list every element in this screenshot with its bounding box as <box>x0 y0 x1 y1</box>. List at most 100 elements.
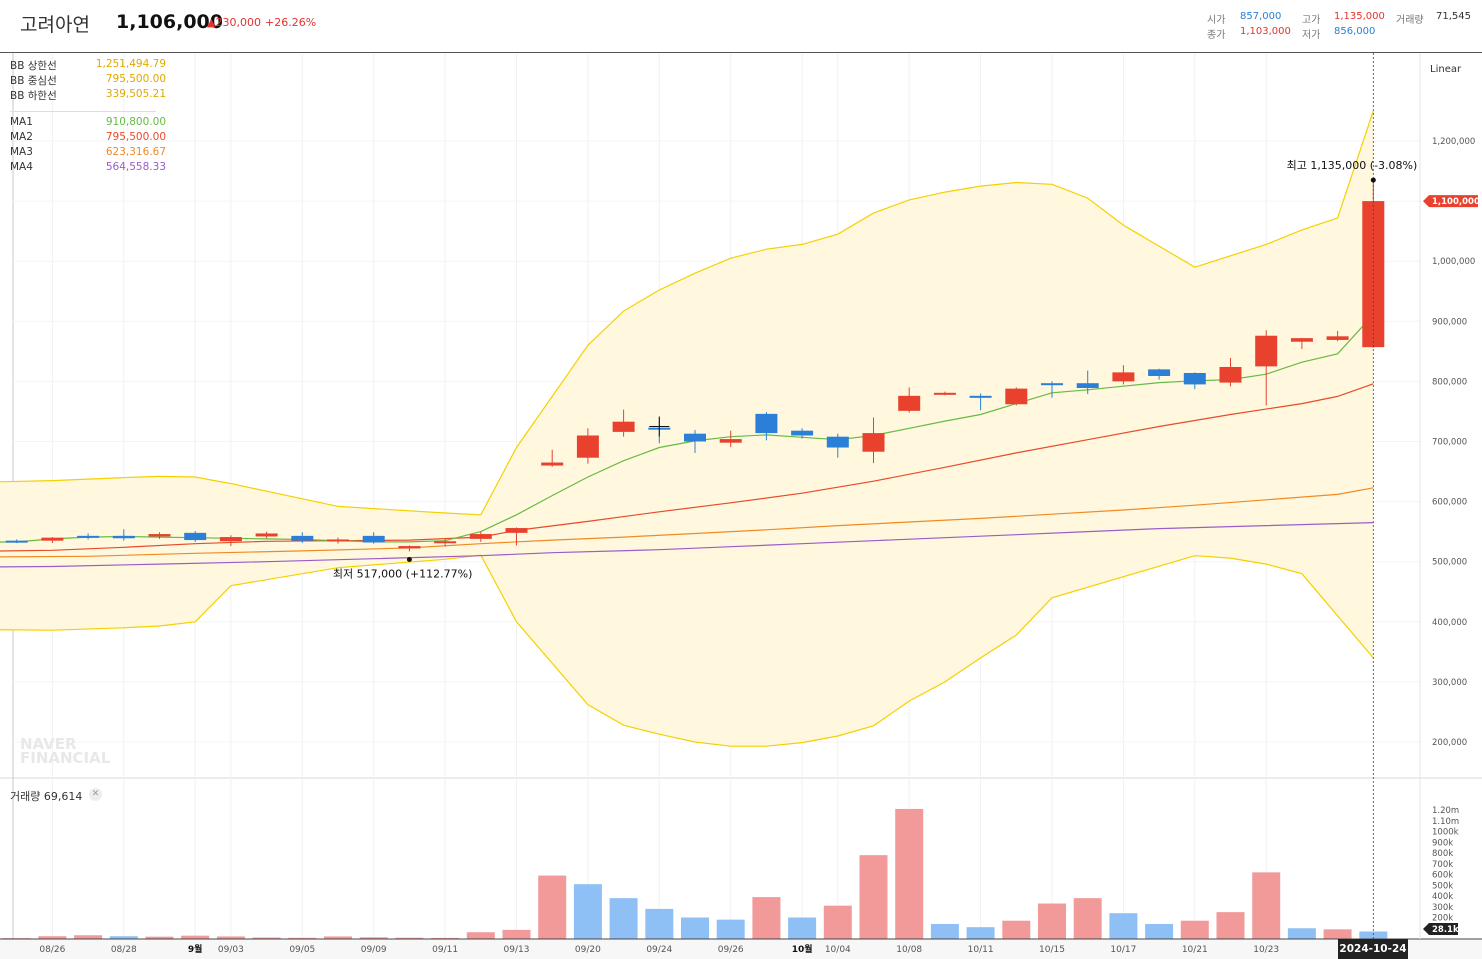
naver-financial-watermark: NAVER FINANCIAL <box>20 737 111 767</box>
close-value: 1,103,000 <box>1240 26 1291 37</box>
candle-body <box>1148 369 1171 376</box>
bollinger-band <box>0 110 1374 747</box>
candle-body <box>862 433 885 452</box>
candle-body <box>898 395 921 411</box>
legend-bb-lower-label: BB 하한선 <box>10 90 57 102</box>
price-tick-label: 400,000 <box>1432 618 1467 628</box>
scale-mode-dropdown[interactable]: Linear <box>1430 64 1461 75</box>
price-tick-label: 300,000 <box>1432 678 1467 688</box>
price-chart[interactable]: 200,000 300,000 400,000 500,000 600,000 700,0… <box>0 0 1482 959</box>
volume-bar <box>1073 898 1102 939</box>
legend-ma1: MA1 910,800.00 <box>10 116 166 128</box>
volume-bar <box>1252 872 1281 939</box>
open-label: 시가 <box>1207 15 1226 26</box>
volume-bar <box>74 935 103 939</box>
x-tick-label: 10/15 <box>1039 945 1065 955</box>
candle-body <box>1076 383 1099 389</box>
candle-body <box>41 537 64 541</box>
close-label: 종가 <box>1207 30 1226 41</box>
legend-bb-upper-value: 1,251,494.79 <box>95 58 166 70</box>
high-label: 고가 <box>1302 15 1321 26</box>
volume-bar <box>1287 928 1316 939</box>
x-tick-label: 09/03 <box>218 945 244 955</box>
volume-value: 71,545 <box>1436 11 1471 22</box>
x-tick-label: 10/21 <box>1182 945 1208 955</box>
price-tick-label: 700,000 <box>1432 438 1467 448</box>
legend-ma2: MA2 795,500.00 <box>10 131 166 143</box>
legend-bb-lower-value: 339,505.21 <box>105 88 166 100</box>
volume-bar <box>1216 912 1245 939</box>
legend-bb-mid: BB 중심선 795,500.00 <box>10 73 166 88</box>
volume-tick-label: 500k <box>1432 881 1453 891</box>
candle-body <box>1326 336 1349 340</box>
bb-fill <box>0 111 1374 747</box>
volume-bar <box>1323 929 1352 939</box>
volume-bar <box>1002 920 1031 939</box>
legend-bb-upper-label: BB 상한선 <box>10 60 57 72</box>
candle-body <box>684 433 706 442</box>
candle-body <box>1005 388 1028 405</box>
volume-tick-label: 300k <box>1432 903 1453 913</box>
legend-divider <box>10 111 156 112</box>
volume-tick-label: 1.20m <box>1432 806 1459 816</box>
candle-body <box>5 540 28 543</box>
volume-bar <box>788 917 817 939</box>
change-rate: +26.26% <box>265 16 317 29</box>
x-tick-label: 9월 <box>188 943 203 955</box>
volume-bar <box>1038 903 1066 939</box>
stock-name: 고려아연 <box>20 14 90 36</box>
candle-body <box>434 541 457 544</box>
volume-panel-label: 거래량 69,614 <box>10 790 83 803</box>
volume-tick-label: 800k <box>1432 849 1453 859</box>
x-tick-label: 08/28 <box>111 945 137 955</box>
x-tick-label: 08/26 <box>39 945 65 955</box>
candle-body <box>826 436 849 448</box>
high-annotation: 최고 1,135,000 (-3.08%) <box>1287 159 1418 172</box>
candle-body <box>933 392 956 395</box>
legend-bb-lower: BB 하한선 339,505.21 <box>10 88 166 103</box>
watermark-line-2: FINANCIAL <box>20 749 111 767</box>
close-icon[interactable]: ✕ <box>89 788 102 801</box>
crosshair-date-tag: 2024-10-24 <box>1338 939 1408 959</box>
price-change: ▲230,000 <box>207 16 261 29</box>
low-label: 저가 <box>1302 30 1321 41</box>
x-tick-label: 10/23 <box>1253 945 1279 955</box>
volume-bar <box>645 908 674 939</box>
candle-body <box>541 462 564 466</box>
price-tick-label: 800,000 <box>1432 377 1467 387</box>
candle-body <box>148 534 171 537</box>
low-value: 856,000 <box>1334 26 1376 37</box>
x-tick-label: 10월 <box>792 943 813 955</box>
volume-bar <box>823 905 852 939</box>
candle-body <box>1290 338 1313 342</box>
price-tick-label: 200,000 <box>1432 738 1467 748</box>
x-tick-label: 09/26 <box>718 945 744 955</box>
legend-ma4: MA4 564,558.33 <box>10 161 166 173</box>
high-value: 1,135,000 <box>1334 11 1385 22</box>
candle-body <box>1183 372 1206 385</box>
candle-body <box>576 435 599 458</box>
x-tick-label: 09/20 <box>575 945 601 955</box>
legend-ma1-label: MA1 <box>10 116 33 128</box>
legend-ma1-value: 910,800.00 <box>105 116 166 128</box>
volume-tick-label: 200k <box>1432 914 1453 924</box>
volume-bar <box>1145 923 1174 939</box>
volume-bar <box>466 932 495 939</box>
volume-tick-label: 700k <box>1432 860 1453 870</box>
low-annotation: 최저 517,000 (+112.77%) <box>333 567 472 580</box>
volume-tick-label: 1000k <box>1432 828 1459 838</box>
candle-body <box>219 537 242 542</box>
candle-body <box>398 546 421 549</box>
price-tick-label: 1,200,000 <box>1432 137 1475 147</box>
candle-body <box>1112 372 1135 382</box>
volume-bar <box>752 897 781 939</box>
price-tick-label: 500,000 <box>1432 558 1467 568</box>
candle-body <box>469 534 492 539</box>
legend-ma4-value: 564,558.33 <box>105 161 166 173</box>
volume-bars[interactable] <box>2 808 1388 940</box>
x-tick-label: 10/17 <box>1110 945 1136 955</box>
volume-tick-label: 600k <box>1432 871 1453 881</box>
volume-last-tag-label: 28.1k <box>1432 925 1459 935</box>
low-marker <box>406 556 412 562</box>
candle-body <box>77 535 100 538</box>
